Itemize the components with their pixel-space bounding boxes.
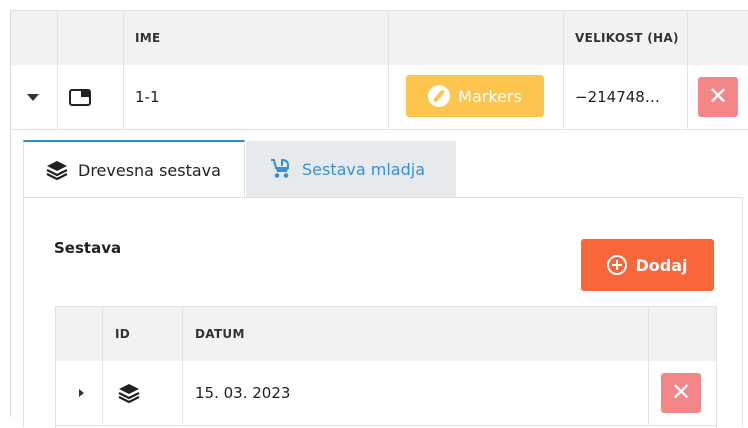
window-icon xyxy=(69,88,91,106)
delete-row-button[interactable]: ✕ xyxy=(698,77,738,117)
compass-icon xyxy=(428,85,451,107)
markers-button[interactable]: Markers xyxy=(406,75,544,117)
column-header-ime[interactable]: IME xyxy=(135,11,161,65)
delete-row-button[interactable]: ✕ xyxy=(661,373,701,413)
close-icon: ✕ xyxy=(707,83,729,110)
add-button[interactable]: Dodaj xyxy=(581,239,714,291)
row-type-cell xyxy=(69,65,99,129)
tab-panel: Sestava Dodaj ID DATUM 15. 03. 2023 ✕ xyxy=(23,197,743,428)
main-table-header: IME VELIKOST (HA) xyxy=(11,10,748,66)
row-delete-cell: ✕ xyxy=(698,65,738,129)
row-delete-cell: ✕ xyxy=(661,361,701,425)
content-frame: IME VELIKOST (HA) 1-1 Markers −214748… ✕… xyxy=(10,10,748,428)
layers-icon xyxy=(46,160,68,180)
caret-down-icon xyxy=(27,93,39,101)
tab-sestava-mladja[interactable]: Sestava mladja xyxy=(246,141,456,198)
tab-drevesna-sestava[interactable]: Drevesna sestava xyxy=(23,140,245,198)
add-button-label: Dodaj xyxy=(635,255,688,275)
close-icon: ✕ xyxy=(670,379,692,406)
column-header-id[interactable]: ID xyxy=(115,307,130,361)
sestava-table-header: ID DATUM xyxy=(56,306,716,362)
section-title: Sestava xyxy=(54,239,122,257)
layers-icon xyxy=(118,383,140,403)
plus-circle-icon xyxy=(607,255,628,275)
table-row: 15. 03. 2023 ✕ xyxy=(56,361,716,426)
row-name: 1-1 xyxy=(135,88,160,106)
row-date: 15. 03. 2023 xyxy=(195,384,291,402)
column-header-velikost[interactable]: VELIKOST (HA) xyxy=(575,11,679,65)
row-id-cell xyxy=(118,361,140,425)
tab-drevesna-sestava-label: Drevesna sestava xyxy=(78,160,221,180)
markers-button-label: Markers xyxy=(458,86,522,106)
expand-row-toggle[interactable] xyxy=(27,65,39,129)
expand-row-toggle[interactable] xyxy=(76,361,86,425)
caret-right-icon xyxy=(78,389,84,397)
sestava-table: ID DATUM 15. 03. 2023 ✕ xyxy=(55,306,717,428)
stroller-icon xyxy=(268,157,292,183)
tab-sestava-mladja-label: Sestava mladja xyxy=(302,160,426,179)
table-row: 1-1 Markers −214748… ✕ xyxy=(11,65,748,130)
column-header-datum[interactable]: DATUM xyxy=(195,307,245,361)
row-size: −214748… xyxy=(575,88,660,106)
